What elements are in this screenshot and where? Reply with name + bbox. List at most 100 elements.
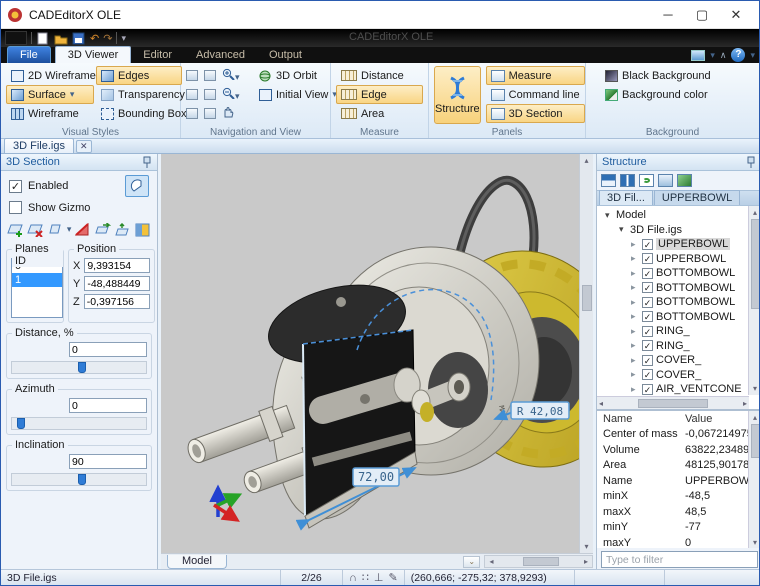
model-tab[interactable]: Model bbox=[167, 555, 227, 569]
scroll-right-icon[interactable]: ▸ bbox=[580, 555, 592, 568]
document-tab[interactable]: 3D File.igs bbox=[4, 138, 74, 153]
viewport-vscrollbar[interactable]: ▴ ▾ bbox=[579, 154, 593, 553]
section-tool-button[interactable] bbox=[125, 175, 149, 197]
node-checkbox[interactable]: ✓ bbox=[642, 326, 653, 337]
position-x-field[interactable] bbox=[84, 258, 150, 273]
tree-vscrollbar[interactable]: ▴▾ bbox=[748, 206, 760, 395]
rotate-view-icon[interactable] bbox=[186, 108, 198, 119]
hidden-panel-button[interactable]: ⌄ bbox=[463, 556, 481, 568]
distance-slider[interactable] bbox=[11, 361, 147, 374]
azimuth-slider-thumb[interactable] bbox=[17, 418, 25, 429]
background-color-button[interactable]: Background color bbox=[600, 85, 754, 104]
distance-slider-thumb[interactable] bbox=[78, 362, 86, 373]
distance-field[interactable] bbox=[69, 342, 147, 357]
tab-3d-viewer[interactable]: 3D Viewer bbox=[55, 46, 132, 63]
add-section-plane-button[interactable] bbox=[7, 222, 24, 237]
document-tab-close-icon[interactable]: ✕ bbox=[76, 140, 92, 153]
node-checkbox[interactable]: ✓ bbox=[642, 282, 653, 293]
2d-wireframe-button[interactable]: 2D Wireframe bbox=[6, 66, 94, 85]
app-menu-button[interactable] bbox=[5, 31, 27, 45]
zoom-window-icon[interactable] bbox=[204, 70, 216, 81]
layout-vertical-icon[interactable] bbox=[620, 174, 635, 187]
node-checkbox[interactable]: ✓ bbox=[642, 355, 653, 366]
inclination-slider-thumb[interactable] bbox=[78, 474, 86, 485]
structure-tab-file[interactable]: 3D Fil... bbox=[599, 190, 653, 205]
layout-horizontal-icon[interactable] bbox=[601, 174, 616, 187]
azimuth-slider[interactable] bbox=[11, 417, 147, 430]
transparency-button[interactable]: Transparency bbox=[96, 85, 182, 104]
3d-orbit-button[interactable]: 3D Orbit bbox=[254, 67, 342, 84]
structure-panel-button[interactable]: Structure bbox=[434, 66, 481, 124]
scroll-up-icon[interactable]: ▴ bbox=[749, 411, 760, 424]
inclination-slider[interactable] bbox=[11, 473, 147, 486]
delete-section-plane-button[interactable] bbox=[27, 222, 44, 237]
section-plane-menu-button[interactable] bbox=[47, 222, 64, 237]
scroll-up-icon[interactable]: ▴ bbox=[749, 206, 760, 219]
scroll-right-icon[interactable]: ▸ bbox=[743, 399, 747, 408]
scroll-down-icon[interactable]: ▾ bbox=[749, 536, 760, 548]
grid-icon[interactable]: ∷ bbox=[362, 571, 369, 584]
enabled-checkbox[interactable]: ✓ bbox=[9, 180, 22, 193]
previous-view-icon[interactable] bbox=[186, 89, 198, 100]
node-checkbox[interactable]: ✓ bbox=[642, 297, 653, 308]
black-background-button[interactable]: Black Background bbox=[600, 66, 754, 85]
new-file-icon[interactable] bbox=[36, 32, 50, 45]
bounding-box-button[interactable]: Bounding Box bbox=[96, 104, 182, 123]
help-dropdown-icon[interactable]: ▾ bbox=[750, 50, 755, 61]
viewport-canvas[interactable]: IN MAX 72,00 bbox=[161, 154, 579, 553]
structure-tab-upperbowl[interactable]: UPPERBOWL bbox=[654, 190, 740, 205]
edge-button[interactable]: Edge bbox=[336, 85, 423, 104]
reload-file-icon[interactable] bbox=[677, 174, 692, 187]
azimuth-field[interactable] bbox=[69, 398, 147, 413]
undo-icon[interactable]: ↶ bbox=[90, 32, 99, 45]
scroll-up-icon[interactable]: ▴ bbox=[580, 154, 593, 167]
tree-vscroll-thumb[interactable] bbox=[751, 219, 760, 309]
node-checkbox[interactable]: ✓ bbox=[642, 311, 653, 322]
scroll-left-icon[interactable]: ◂ bbox=[599, 399, 603, 408]
distance-button[interactable]: Distance bbox=[336, 66, 423, 85]
move-section-plane-button[interactable] bbox=[114, 222, 131, 237]
scroll-left-icon[interactable]: ◂ bbox=[485, 555, 497, 568]
reset-section-planes-button[interactable] bbox=[134, 222, 151, 237]
measure-panel-button[interactable]: Measure bbox=[486, 66, 585, 85]
area-button[interactable]: Area bbox=[336, 104, 423, 123]
ortho-icon[interactable]: ∩ bbox=[349, 572, 357, 584]
tab-output[interactable]: Output bbox=[257, 47, 314, 63]
pan-icon[interactable] bbox=[222, 106, 252, 121]
surface-button[interactable]: Surface▾ bbox=[6, 85, 94, 104]
open-file-icon[interactable] bbox=[54, 32, 68, 45]
window-switch-icon[interactable] bbox=[691, 50, 705, 61]
wireframe-button[interactable]: Wireframe bbox=[6, 104, 94, 123]
scroll-down-icon[interactable]: ▾ bbox=[749, 382, 760, 395]
node-checkbox[interactable]: ✓ bbox=[642, 369, 653, 380]
section-plane-menu-dropdown-icon[interactable]: ▾ bbox=[67, 224, 72, 235]
maximize-button[interactable]: ▢ bbox=[685, 3, 719, 27]
inclination-field[interactable] bbox=[69, 454, 147, 469]
node-checkbox[interactable]: ✓ bbox=[642, 239, 653, 250]
export-structure-icon[interactable] bbox=[658, 174, 673, 187]
viewport-hscrollbar[interactable]: ◂ ▸ bbox=[484, 555, 593, 568]
save-icon[interactable] bbox=[72, 32, 86, 45]
node-checkbox[interactable]: ✓ bbox=[642, 384, 653, 395]
collapse-ribbon-icon[interactable]: ∧ bbox=[720, 50, 727, 61]
zoom-in-button[interactable]: ▾ bbox=[222, 68, 252, 83]
fit-view-icon[interactable] bbox=[204, 89, 216, 100]
redo-icon[interactable]: ↷ bbox=[103, 32, 112, 45]
viewport-hscroll-thumb[interactable] bbox=[523, 557, 559, 566]
tree-hscroll-thumb[interactable] bbox=[638, 399, 708, 408]
command-line-button[interactable]: Command line bbox=[486, 85, 585, 104]
show-gizmo-checkbox[interactable] bbox=[9, 201, 22, 214]
refresh-structure-icon[interactable] bbox=[639, 174, 654, 187]
initial-view-button[interactable]: Initial View▾ bbox=[254, 86, 342, 103]
zoom-out-button[interactable]: ▾ bbox=[222, 87, 252, 102]
qat-dropdown-icon[interactable]: ▾ bbox=[121, 33, 126, 44]
position-z-field[interactable] bbox=[84, 294, 150, 309]
pin-icon[interactable] bbox=[746, 156, 756, 168]
scroll-down-icon[interactable]: ▾ bbox=[580, 540, 593, 553]
pin-icon[interactable] bbox=[142, 156, 152, 168]
3d-section-panel-button[interactable]: 3D Section bbox=[486, 104, 585, 123]
tab-advanced[interactable]: Advanced bbox=[184, 47, 257, 63]
edges-button[interactable]: Edges bbox=[96, 66, 182, 85]
window-switch-dropdown-icon[interactable]: ▾ bbox=[710, 50, 715, 61]
node-checkbox[interactable]: ✓ bbox=[642, 268, 653, 279]
